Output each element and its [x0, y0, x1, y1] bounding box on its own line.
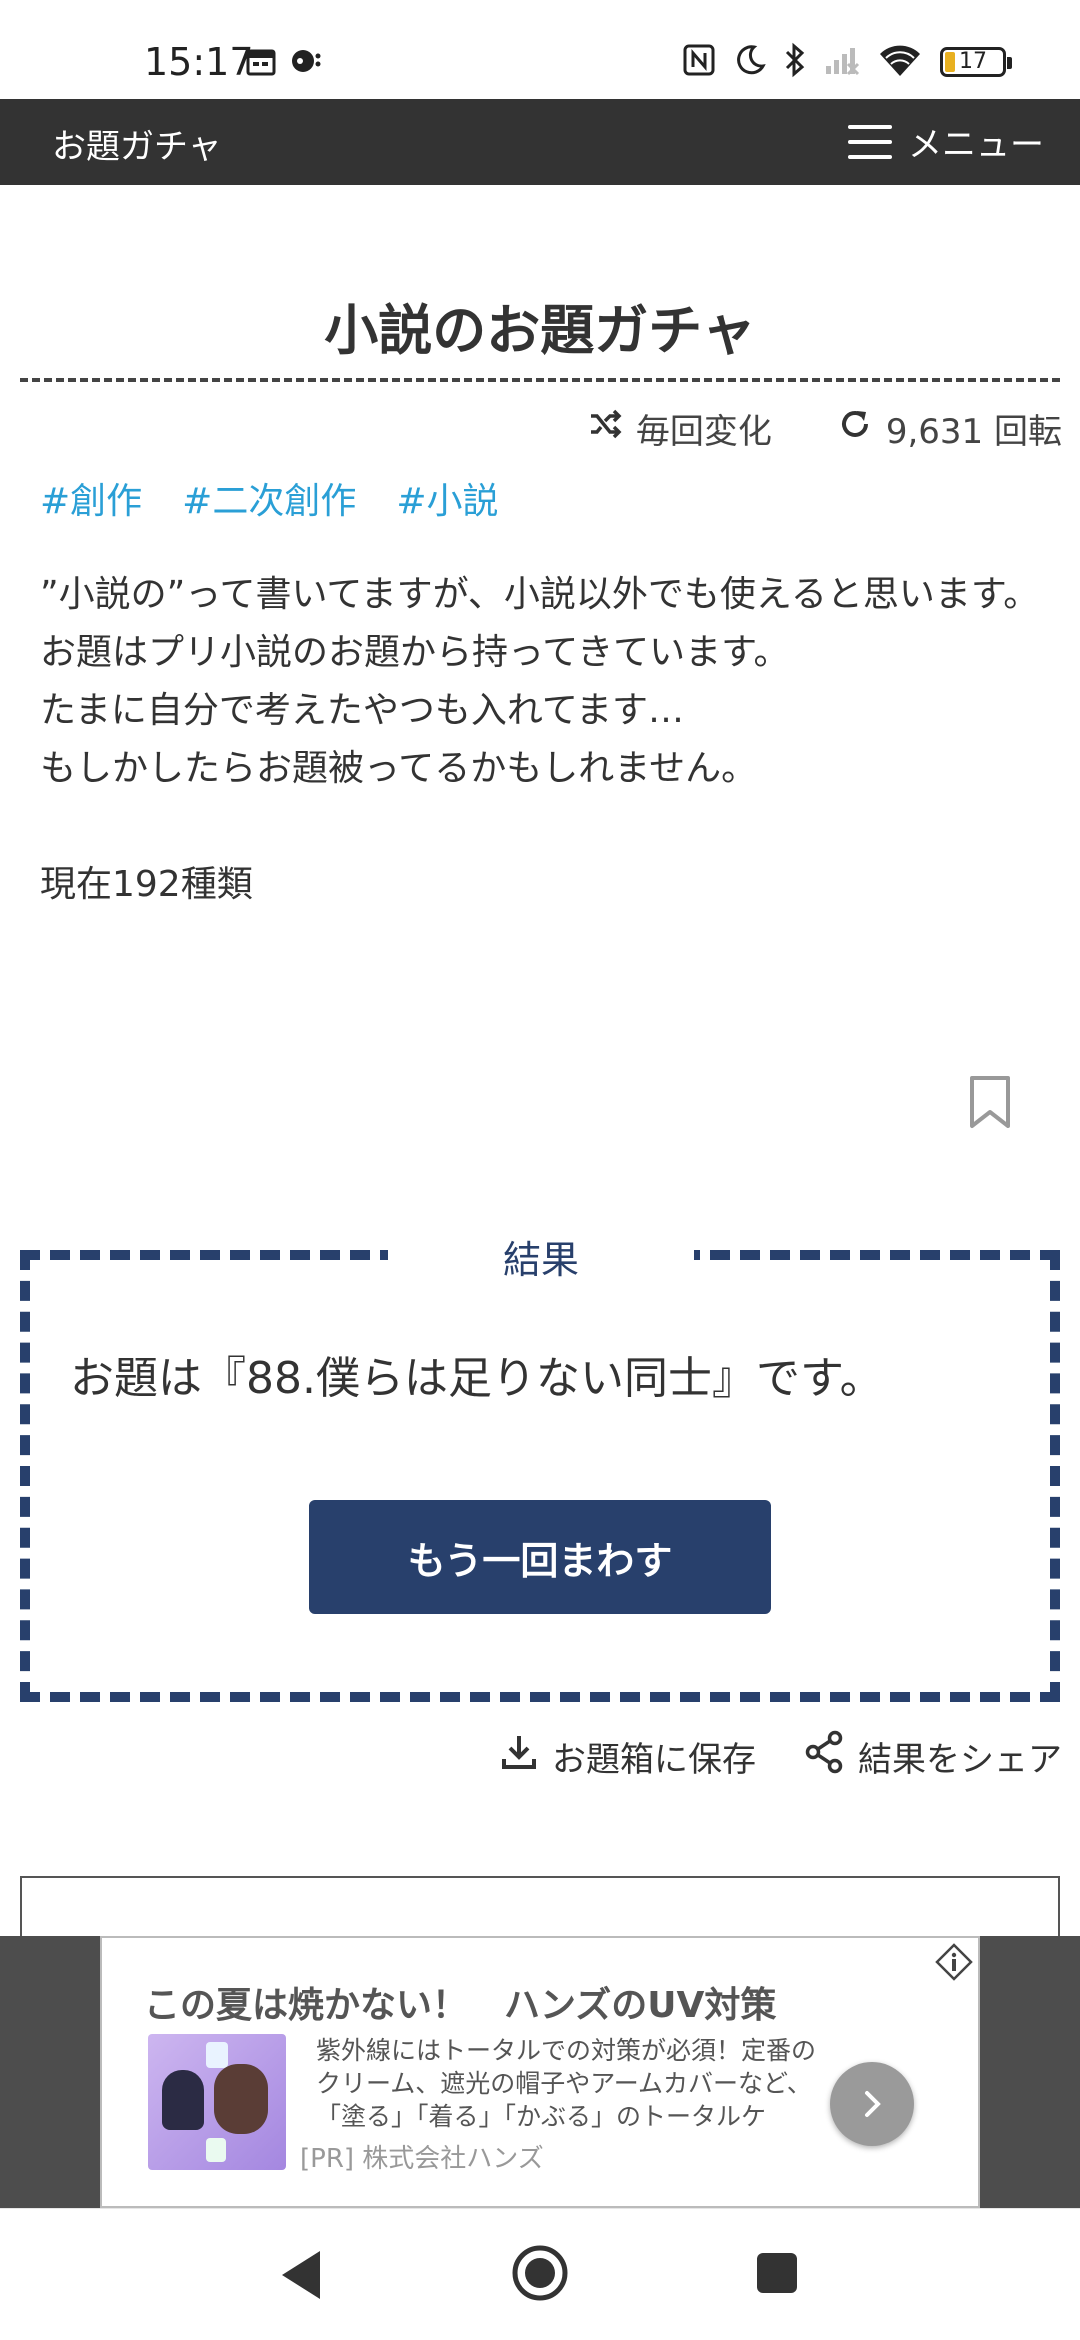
- notification-icon: [290, 48, 322, 80]
- share-result-button[interactable]: 結果をシェア: [804, 1730, 1062, 1783]
- tag-link[interactable]: #二次創作: [182, 472, 356, 524]
- chevron-right-icon: [865, 2091, 881, 2117]
- signal-icon: [824, 44, 860, 80]
- result-actions: お題箱に保存 結果をシェア: [500, 1730, 1062, 1783]
- nfc-icon: [682, 43, 716, 81]
- save-to-box-button[interactable]: お題箱に保存: [500, 1732, 756, 1781]
- ad-banner[interactable]: この夏は焼かない！ ハンズのUV対策 紫外線にはトータルでの対策が必須！定番のク…: [100, 1936, 980, 2208]
- ad-body[interactable]: 紫外線にはトータルでの対策が必須！定番のクリーム、遮光の帽子やアームカバーなど、…: [316, 2034, 816, 2133]
- tag-list: #創作 #二次創作 #小説: [40, 472, 499, 524]
- shuffle-icon: [588, 408, 622, 449]
- result-text: お題は『88.僕らは足りない同士』です。: [70, 1353, 884, 1404]
- back-button[interactable]: [276, 2247, 326, 2307]
- app-header: お題ガチャ メニュー: [0, 99, 1080, 185]
- menu-button[interactable]: メニュー: [848, 117, 1044, 166]
- ad-next-button[interactable]: [830, 2062, 914, 2146]
- spin-count: 9,631 回転: [885, 412, 1062, 452]
- ad-title[interactable]: この夏は焼かない！ ハンズのUV対策: [144, 1976, 776, 2028]
- system-nav-bar: [0, 2208, 1080, 2340]
- status-right-icons: 17: [682, 42, 1012, 82]
- ad-sponsor: [PR] 株式会社ハンズ: [300, 2144, 544, 2174]
- share-icon: [804, 1730, 844, 1783]
- tag-link[interactable]: #創作: [40, 472, 142, 524]
- ad-info-icon[interactable]: [934, 1942, 974, 1986]
- ad-thumbnail[interactable]: [148, 2034, 286, 2170]
- result-label: 結果: [502, 1238, 579, 1282]
- home-button[interactable]: [510, 2243, 570, 2307]
- download-icon: [500, 1733, 538, 1780]
- gacha-meta: 毎回変化 9,631 回転: [588, 404, 1062, 453]
- recents-button[interactable]: [755, 2251, 799, 2299]
- result-label-wrap: 結果: [388, 1232, 694, 1282]
- result-box: [20, 1250, 1060, 1702]
- title-divider: [20, 378, 1060, 382]
- hamburger-icon: [848, 124, 892, 159]
- bookmark-icon[interactable]: [968, 1074, 1012, 1134]
- status-left-icons: [246, 48, 322, 80]
- calendar-icon: [246, 48, 276, 80]
- refresh-icon: [838, 407, 872, 450]
- site-title[interactable]: お題ガチャ: [52, 119, 222, 168]
- mode-indicator: 毎回変化: [588, 404, 772, 453]
- status-time: 15:17: [144, 40, 254, 84]
- wifi-icon: [878, 43, 922, 81]
- gacha-description: ”小説の”って書いてますが、小説以外でも使えると思います。 お題はプリ小説のお題…: [40, 574, 1040, 905]
- save-label: お題箱に保存: [552, 1740, 756, 1780]
- mode-label: 毎回変化: [635, 412, 772, 452]
- status-bar: 15:17 17: [0, 0, 1080, 99]
- spin-again-button[interactable]: もう一回まわす: [309, 1500, 771, 1614]
- bluetooth-icon: [784, 42, 806, 82]
- spin-counter: 9,631 回転: [838, 404, 1062, 453]
- battery-level: 17: [959, 49, 987, 74]
- share-label: 結果をシェア: [858, 1740, 1062, 1780]
- menu-label: メニュー: [908, 125, 1044, 165]
- moon-icon: [734, 44, 766, 80]
- tag-link[interactable]: #小説: [396, 472, 498, 524]
- battery-icon: 17: [940, 47, 1012, 77]
- page-title: 小説のお題ガチャ: [324, 299, 756, 362]
